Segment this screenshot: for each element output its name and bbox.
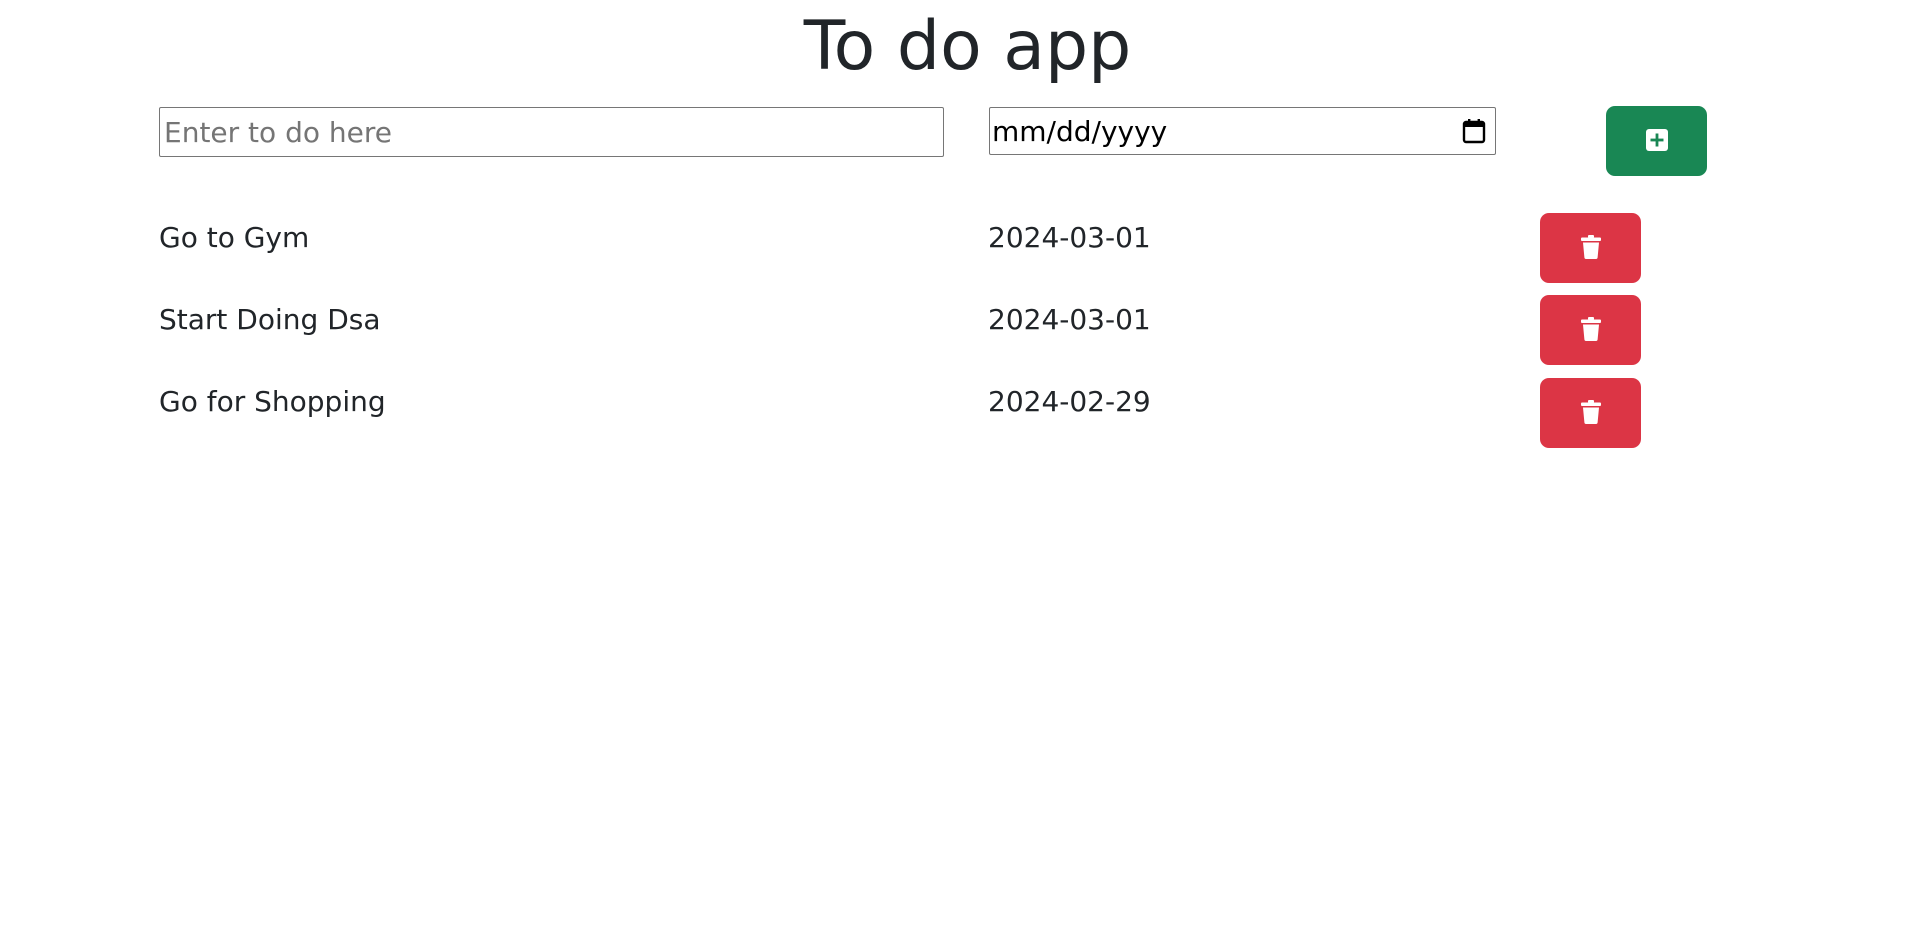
todo-item-name: Start Doing Dsa [159, 303, 381, 336]
todo-item-name: Go for Shopping [159, 385, 386, 418]
todo-item-date: 2024-03-01 [988, 303, 1151, 336]
delete-todo-button[interactable] [1540, 213, 1641, 283]
calendar-icon[interactable] [1461, 117, 1487, 145]
trash-icon [1580, 316, 1601, 344]
delete-todo-button[interactable] [1540, 295, 1641, 365]
todo-item-name: Go to Gym [159, 221, 310, 254]
add-todo-button[interactable] [1606, 106, 1707, 176]
todo-text-input[interactable] [159, 107, 944, 157]
page-title: To do app [803, 7, 1132, 86]
trash-icon [1580, 234, 1601, 262]
trash-icon [1580, 399, 1601, 427]
date-input-placeholder: mm/dd/yyyy [992, 114, 1168, 148]
todo-item-date: 2024-03-01 [988, 221, 1151, 254]
todo-item-date: 2024-02-29 [988, 385, 1151, 418]
delete-todo-button[interactable] [1540, 378, 1641, 448]
todo-date-input[interactable]: mm/dd/yyyy [989, 107, 1496, 155]
plus-square-icon [1645, 128, 1668, 154]
